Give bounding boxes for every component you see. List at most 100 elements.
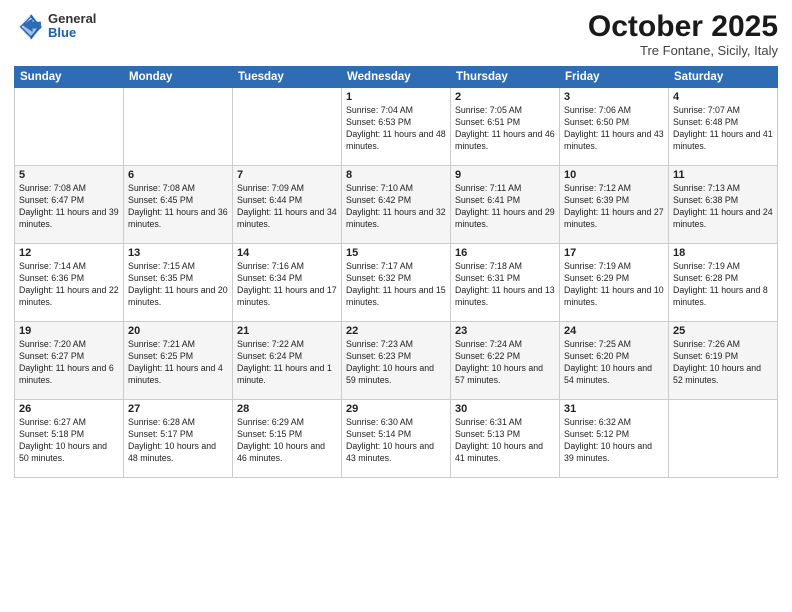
calendar-cell: 6 Sunrise: 7:08 AM Sunset: 6:45 PM Daylig… xyxy=(124,166,233,244)
day-info: Sunrise: 7:19 AM Sunset: 6:28 PM Dayligh… xyxy=(673,261,773,309)
day-number: 12 xyxy=(19,247,119,259)
day-number: 23 xyxy=(455,325,555,337)
day-number: 31 xyxy=(564,403,664,415)
day-info: Sunrise: 7:12 AM Sunset: 6:39 PM Dayligh… xyxy=(564,183,664,231)
logo-icon xyxy=(14,10,46,42)
day-number: 20 xyxy=(128,325,228,337)
day-number: 8 xyxy=(346,169,446,181)
day-info: Sunrise: 7:15 AM Sunset: 6:35 PM Dayligh… xyxy=(128,261,228,309)
day-info: Sunrise: 6:29 AM Sunset: 5:15 PM Dayligh… xyxy=(237,417,337,465)
day-number: 28 xyxy=(237,403,337,415)
day-number: 24 xyxy=(564,325,664,337)
day-number: 5 xyxy=(19,169,119,181)
calendar-cell: 7Sunrise: 7:09 AM Sunset: 6:44 PM Daylig… xyxy=(233,166,342,244)
day-info: Sunrise: 6:27 AM Sunset: 5:18 PM Dayligh… xyxy=(19,417,119,465)
day-info: Sunrise: 7:18 AM Sunset: 6:31 PM Dayligh… xyxy=(455,261,555,309)
day-info: Sunrise: 7:22 AM Sunset: 6:24 PM Dayligh… xyxy=(237,339,337,387)
day-number: 18 xyxy=(673,247,773,259)
day-number: 6 xyxy=(128,169,228,181)
calendar-cell: 8 Sunrise: 7:10 AM Sunset: 6:42 PM Daylig… xyxy=(342,166,451,244)
title-block: October 2025 Tre Fontane, Sicily, Italy xyxy=(588,10,778,58)
day-number: 16 xyxy=(455,247,555,259)
calendar-week-1: 1Sunrise: 7:04 AM Sunset: 6:53 PM Daylig… xyxy=(15,88,778,166)
day-number: 4 xyxy=(673,91,773,103)
calendar-cell: 5 Sunrise: 7:08 AM Sunset: 6:47 PM Daylig… xyxy=(15,166,124,244)
col-wednesday: Wednesday xyxy=(342,67,451,88)
col-thursday: Thursday xyxy=(451,67,560,88)
calendar-cell: 30Sunrise: 6:31 AM Sunset: 5:13 PM Dayli… xyxy=(451,400,560,478)
col-saturday: Saturday xyxy=(669,67,778,88)
calendar-cell: 29 Sunrise: 6:30 AM Sunset: 5:14 PM Dayli… xyxy=(342,400,451,478)
calendar-week-5: 26 Sunrise: 6:27 AM Sunset: 5:18 PM Dayli… xyxy=(15,400,778,478)
calendar-cell: 11 Sunrise: 7:13 AM Sunset: 6:38 PM Dayli… xyxy=(669,166,778,244)
day-number: 30 xyxy=(455,403,555,415)
day-info: Sunrise: 7:05 AM Sunset: 6:51 PM Dayligh… xyxy=(455,105,555,153)
day-info: Sunrise: 7:08 AM Sunset: 6:45 PM Dayligh… xyxy=(128,183,228,231)
day-info: Sunrise: 6:32 AM Sunset: 5:12 PM Dayligh… xyxy=(564,417,664,465)
day-info: Sunrise: 7:26 AM Sunset: 6:19 PM Dayligh… xyxy=(673,339,773,387)
calendar-cell: 2 Sunrise: 7:05 AM Sunset: 6:51 PM Daylig… xyxy=(451,88,560,166)
logo: General Blue xyxy=(14,10,96,42)
col-monday: Monday xyxy=(124,67,233,88)
calendar-cell: 20Sunrise: 7:21 AM Sunset: 6:25 PM Dayli… xyxy=(124,322,233,400)
calendar-cell: 25 Sunrise: 7:26 AM Sunset: 6:19 PM Dayli… xyxy=(669,322,778,400)
calendar-cell: 15Sunrise: 7:17 AM Sunset: 6:32 PM Dayli… xyxy=(342,244,451,322)
calendar-cell: 1Sunrise: 7:04 AM Sunset: 6:53 PM Daylig… xyxy=(342,88,451,166)
day-info: Sunrise: 7:20 AM Sunset: 6:27 PM Dayligh… xyxy=(19,339,119,387)
calendar-cell xyxy=(15,88,124,166)
day-info: Sunrise: 6:28 AM Sunset: 5:17 PM Dayligh… xyxy=(128,417,228,465)
calendar-cell: 14 Sunrise: 7:16 AM Sunset: 6:34 PM Dayli… xyxy=(233,244,342,322)
calendar-cell xyxy=(669,400,778,478)
col-tuesday: Tuesday xyxy=(233,67,342,88)
logo-general: General xyxy=(48,12,96,26)
day-number: 29 xyxy=(346,403,446,415)
month-title: October 2025 xyxy=(588,10,778,43)
day-number: 14 xyxy=(237,247,337,259)
calendar-cell: 23 Sunrise: 7:24 AM Sunset: 6:22 PM Dayli… xyxy=(451,322,560,400)
day-info: Sunrise: 7:14 AM Sunset: 6:36 PM Dayligh… xyxy=(19,261,119,309)
day-info: Sunrise: 7:10 AM Sunset: 6:42 PM Dayligh… xyxy=(346,183,446,231)
calendar-header-row: Sunday Monday Tuesday Wednesday Thursday… xyxy=(15,67,778,88)
calendar-cell: 28 Sunrise: 6:29 AM Sunset: 5:15 PM Dayli… xyxy=(233,400,342,478)
day-number: 19 xyxy=(19,325,119,337)
calendar-cell xyxy=(233,88,342,166)
day-number: 25 xyxy=(673,325,773,337)
calendar-cell: 3Sunrise: 7:06 AM Sunset: 6:50 PM Daylig… xyxy=(560,88,669,166)
day-number: 3 xyxy=(564,91,664,103)
calendar-week-3: 12 Sunrise: 7:14 AM Sunset: 6:36 PM Dayli… xyxy=(15,244,778,322)
col-sunday: Sunday xyxy=(15,67,124,88)
calendar-week-4: 19 Sunrise: 7:20 AM Sunset: 6:27 PM Dayli… xyxy=(15,322,778,400)
day-number: 10 xyxy=(564,169,664,181)
day-info: Sunrise: 7:19 AM Sunset: 6:29 PM Dayligh… xyxy=(564,261,664,309)
day-info: Sunrise: 7:13 AM Sunset: 6:38 PM Dayligh… xyxy=(673,183,773,231)
day-info: Sunrise: 7:16 AM Sunset: 6:34 PM Dayligh… xyxy=(237,261,337,309)
calendar-cell: 13 Sunrise: 7:15 AM Sunset: 6:35 PM Dayli… xyxy=(124,244,233,322)
col-friday: Friday xyxy=(560,67,669,88)
calendar-cell: 26 Sunrise: 6:27 AM Sunset: 5:18 PM Dayli… xyxy=(15,400,124,478)
day-info: Sunrise: 7:08 AM Sunset: 6:47 PM Dayligh… xyxy=(19,183,119,231)
calendar-cell: 4Sunrise: 7:07 AM Sunset: 6:48 PM Daylig… xyxy=(669,88,778,166)
calendar-week-2: 5 Sunrise: 7:08 AM Sunset: 6:47 PM Daylig… xyxy=(15,166,778,244)
day-info: Sunrise: 7:24 AM Sunset: 6:22 PM Dayligh… xyxy=(455,339,555,387)
day-number: 17 xyxy=(564,247,664,259)
calendar-cell: 12 Sunrise: 7:14 AM Sunset: 6:36 PM Dayli… xyxy=(15,244,124,322)
day-number: 13 xyxy=(128,247,228,259)
day-number: 1 xyxy=(346,91,446,103)
calendar-cell: 16 Sunrise: 7:18 AM Sunset: 6:31 PM Dayli… xyxy=(451,244,560,322)
logo-blue: Blue xyxy=(48,26,96,40)
day-info: Sunrise: 6:30 AM Sunset: 5:14 PM Dayligh… xyxy=(346,417,446,465)
page: General Blue October 2025 Tre Fontane, S… xyxy=(0,0,792,612)
day-number: 15 xyxy=(346,247,446,259)
day-number: 7 xyxy=(237,169,337,181)
day-number: 2 xyxy=(455,91,555,103)
day-info: Sunrise: 7:23 AM Sunset: 6:23 PM Dayligh… xyxy=(346,339,446,387)
day-info: Sunrise: 7:11 AM Sunset: 6:41 PM Dayligh… xyxy=(455,183,555,231)
calendar-cell: 19 Sunrise: 7:20 AM Sunset: 6:27 PM Dayli… xyxy=(15,322,124,400)
day-number: 11 xyxy=(673,169,773,181)
logo-text: General Blue xyxy=(48,12,96,41)
day-number: 26 xyxy=(19,403,119,415)
calendar-cell: 24Sunrise: 7:25 AM Sunset: 6:20 PM Dayli… xyxy=(560,322,669,400)
calendar-cell: 17 Sunrise: 7:19 AM Sunset: 6:29 PM Dayli… xyxy=(560,244,669,322)
day-number: 9 xyxy=(455,169,555,181)
calendar-cell: 21Sunrise: 7:22 AM Sunset: 6:24 PM Dayli… xyxy=(233,322,342,400)
